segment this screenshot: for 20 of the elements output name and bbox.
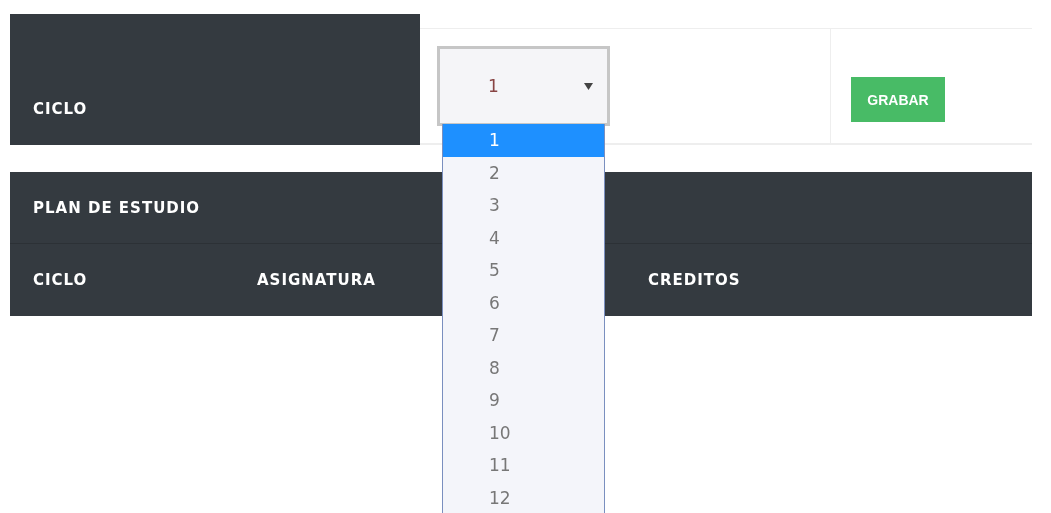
dropdown-option[interactable]: 9 [443, 384, 604, 417]
ciclo-select[interactable]: 1 [437, 46, 610, 126]
dropdown-option[interactable]: 3 [443, 189, 604, 222]
dropdown-option[interactable]: 7 [443, 319, 604, 352]
column-header: ASIGNATURA [256, 271, 377, 289]
caret-icon [584, 81, 593, 91]
dropdown-option[interactable]: 4 [443, 221, 604, 254]
ciclo-label: CICLO [33, 100, 88, 118]
dropdown-option[interactable]: 6 [443, 286, 604, 319]
dropdown-option[interactable]: 5 [443, 254, 604, 287]
dropdown-option[interactable]: 10 [443, 416, 604, 449]
save-button[interactable]: GRABAR [851, 77, 945, 122]
dropdown-option[interactable]: 12 [443, 481, 604, 513]
column-header: CREDITOS [647, 271, 742, 289]
dropdown-option[interactable]: 11 [443, 449, 604, 482]
dropdown-option[interactable]: 1 [443, 124, 604, 157]
dropdown-option[interactable]: 8 [443, 351, 604, 384]
table-title: PLAN DE ESTUDIO [33, 198, 201, 217]
column-header: CICLO [32, 271, 89, 289]
dropdown-option[interactable]: 2 [443, 156, 604, 189]
